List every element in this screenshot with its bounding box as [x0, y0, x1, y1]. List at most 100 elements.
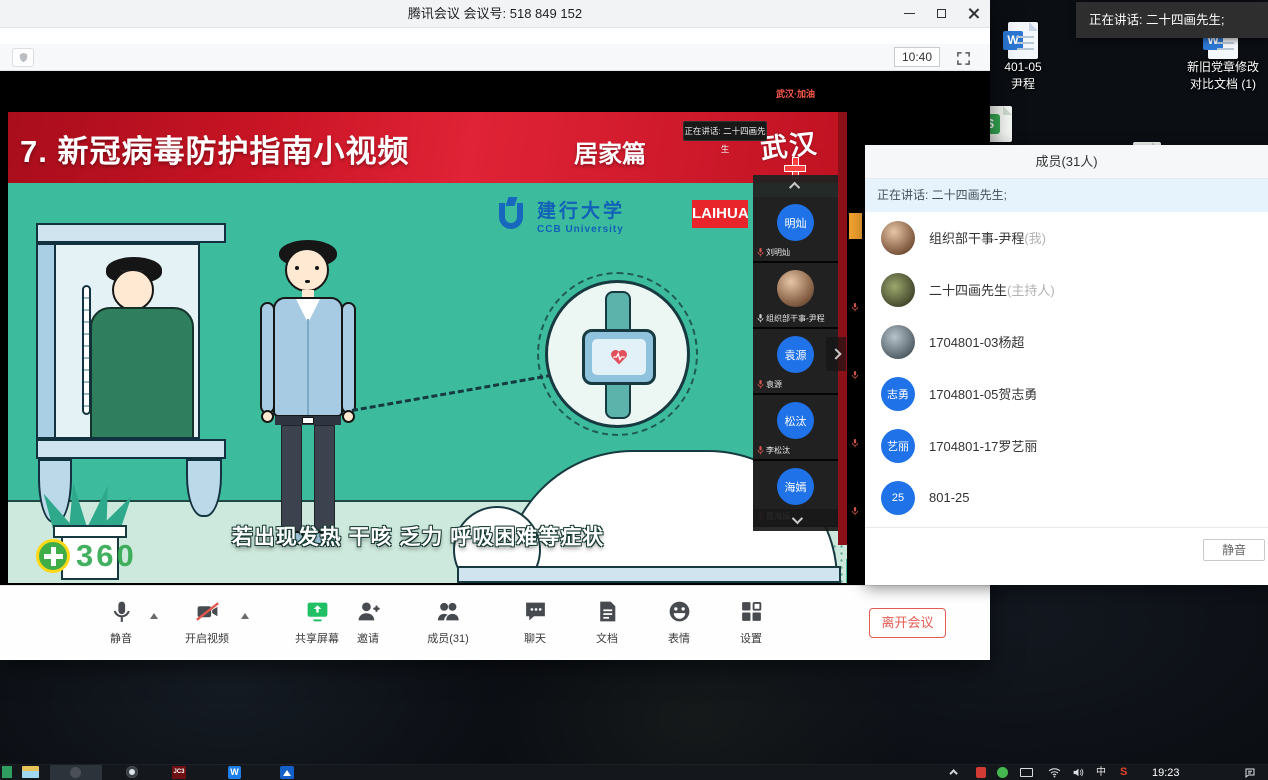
- leave-meeting-button[interactable]: 离开会议: [869, 608, 946, 638]
- panel-mute-button[interactable]: 静音: [1203, 539, 1265, 561]
- member-row-4[interactable]: 志勇 1704801-05贺志勇: [865, 368, 1268, 420]
- video-tile-1[interactable]: 明灿 刘明灿: [753, 197, 838, 263]
- cartoon-man: [253, 240, 363, 552]
- meeting-bottom-toolbar: 静音 开启视频 共享屏幕 邀请 成员(31) 聊天 文档: [0, 585, 990, 658]
- muted-mic-icon: [851, 371, 859, 380]
- ccb-logo-glyph: [495, 197, 529, 233]
- ime-indicator[interactable]: 中: [1096, 766, 1106, 780]
- chevron-right-icon: [830, 348, 841, 359]
- shield-icon: [18, 52, 29, 63]
- video-caption: 若出现发热 干咳 乏力 呼吸困难等症状: [158, 521, 678, 551]
- avatar-initials: 明灿: [777, 204, 814, 241]
- taskbar-clock[interactable]: 19:23: [1152, 766, 1180, 780]
- 360-text: 360: [76, 538, 137, 574]
- avatar-initials: 海嫣: [777, 468, 814, 505]
- tray-expand-chevron[interactable]: [952, 769, 958, 775]
- desktop-icon-doc1[interactable]: W 401-05尹程: [990, 22, 1056, 93]
- sogou-icon[interactable]: S: [1120, 766, 1131, 778]
- banner-tag: 居家篇: [574, 134, 646, 169]
- camera-options-arrow[interactable]: [241, 613, 249, 619]
- member-panel-speaking-banner: 正在讲话: 二十四画先生;: [865, 179, 1268, 212]
- video-tile-4[interactable]: 松汰 李松汰: [753, 395, 838, 461]
- emoji-icon: [667, 599, 692, 624]
- wps-icon[interactable]: W: [228, 766, 241, 779]
- tile-name: 袁源: [766, 379, 782, 390]
- shared-screen-video: 7. 新冠病毒防护指南小视频 居家篇 武汉·加油 武汉 正在讲话: 二十四画先生…: [8, 85, 847, 583]
- wifi-icon[interactable]: [1048, 767, 1061, 778]
- tray-360-icon[interactable]: [997, 767, 1008, 778]
- strip-scroll-down[interactable]: [753, 509, 838, 531]
- member-row-1[interactable]: 组织部干事-尹程(我): [865, 212, 1268, 264]
- speaking-toast-text: 正在讲话: 二十四画先生;: [1089, 13, 1224, 27]
- meeting-toolbar-strip: 10:40: [0, 44, 990, 71]
- chevron-down-icon: [791, 513, 802, 524]
- tile-name: 刘明灿: [766, 247, 790, 258]
- fullscreen-icon: [956, 51, 971, 66]
- member-row-3[interactable]: 1704801-03杨超: [865, 316, 1268, 368]
- steam-icon[interactable]: [126, 766, 138, 778]
- tile-name: 组织部干事-尹程: [766, 313, 825, 324]
- strip-scroll-up[interactable]: [753, 175, 838, 197]
- avatar-initials: 25: [881, 481, 915, 515]
- jc3-icon[interactable]: JC3: [172, 766, 186, 779]
- chevron-up-icon: [788, 182, 799, 193]
- member-name: 1704801-05贺志勇: [929, 387, 1037, 402]
- avatar-photo: [881, 221, 915, 255]
- cartoon-window: [36, 223, 226, 523]
- chat-button[interactable]: 聊天: [500, 599, 570, 646]
- hand-raise-badge: [849, 213, 862, 239]
- members-button[interactable]: 成员(31): [413, 599, 483, 646]
- app-icon: [70, 767, 81, 778]
- taskbar: JC3 W 中 S 19:23: [0, 765, 1268, 780]
- start-video-button[interactable]: 开启视频: [172, 599, 242, 646]
- muted-mic-icon: [757, 446, 764, 455]
- docs-button[interactable]: 文档: [572, 599, 642, 646]
- active-app-tile[interactable]: [50, 765, 102, 780]
- cartoon-scene: 建行大学 CCB University LAIHUA: [8, 183, 847, 583]
- heart-icon: [609, 348, 629, 366]
- laihua-logo: LAIHUA: [692, 200, 748, 228]
- strip-expand-button[interactable]: [826, 337, 846, 371]
- window-title: 腾讯会议 会议号: 518 849 152: [0, 0, 990, 28]
- fullscreen-button[interactable]: [954, 49, 972, 67]
- mic-options-arrow[interactable]: [150, 613, 158, 619]
- member-row-6[interactable]: 25 801-25: [865, 472, 1268, 524]
- tray-red-app-icon[interactable]: [976, 767, 986, 778]
- minimize-button[interactable]: [893, 0, 925, 27]
- maximize-button[interactable]: [925, 0, 957, 27]
- ccb-logo-cn: 建行大学: [537, 196, 625, 223]
- member-panel: 成员(31人) 正在讲话: 二十四画先生; 组织部干事-尹程(我) 二十四画先生…: [865, 145, 1268, 585]
- member-row-5[interactable]: 艺丽 1704801-17罗艺丽: [865, 420, 1268, 472]
- close-button[interactable]: [957, 0, 989, 27]
- invite-icon: [356, 599, 381, 624]
- member-row-2[interactable]: 二十四画先生(主持人): [865, 264, 1268, 316]
- tile-name: 李松汰: [766, 445, 790, 456]
- video-tile-2[interactable]: 组织部干事-尹程: [753, 263, 838, 329]
- emoji-button[interactable]: 表情: [644, 599, 714, 646]
- ccb-logo-en: CCB University: [537, 224, 625, 235]
- tray-pc-icon[interactable]: [1020, 768, 1033, 777]
- camera-off-icon: [195, 599, 220, 624]
- file-explorer-icon[interactable]: [22, 766, 39, 778]
- mic-icon: [757, 314, 764, 323]
- close-icon: [968, 8, 979, 19]
- word-doc-icon: W: [1008, 22, 1038, 59]
- meeting-window: 腾讯会议 会议号: 518 849 152 10:40 7. 新冠病毒防护指南小…: [0, 0, 990, 660]
- cloud-app-icon[interactable]: [280, 766, 294, 779]
- avatar-initials: 松汰: [777, 402, 814, 439]
- avatar-initials: 志勇: [881, 377, 915, 411]
- member-suffix: (主持人): [1007, 283, 1055, 298]
- muted-mic-icon: [851, 439, 859, 448]
- security-shield-button[interactable]: [12, 48, 34, 67]
- notification-center-icon[interactable]: [1244, 767, 1256, 779]
- mute-button[interactable]: 静音: [86, 599, 156, 646]
- member-suffix: (我): [1024, 231, 1046, 246]
- speaker-icon[interactable]: [1072, 767, 1085, 778]
- minimize-icon: [904, 13, 915, 15]
- avatar-photo: [881, 273, 915, 307]
- settings-button[interactable]: 设置: [716, 599, 786, 646]
- watch-bubble: [545, 280, 690, 428]
- invite-button[interactable]: 邀请: [333, 599, 403, 646]
- taskbar-start-sliver[interactable]: [2, 766, 12, 778]
- muted-mic-icon: [757, 380, 764, 389]
